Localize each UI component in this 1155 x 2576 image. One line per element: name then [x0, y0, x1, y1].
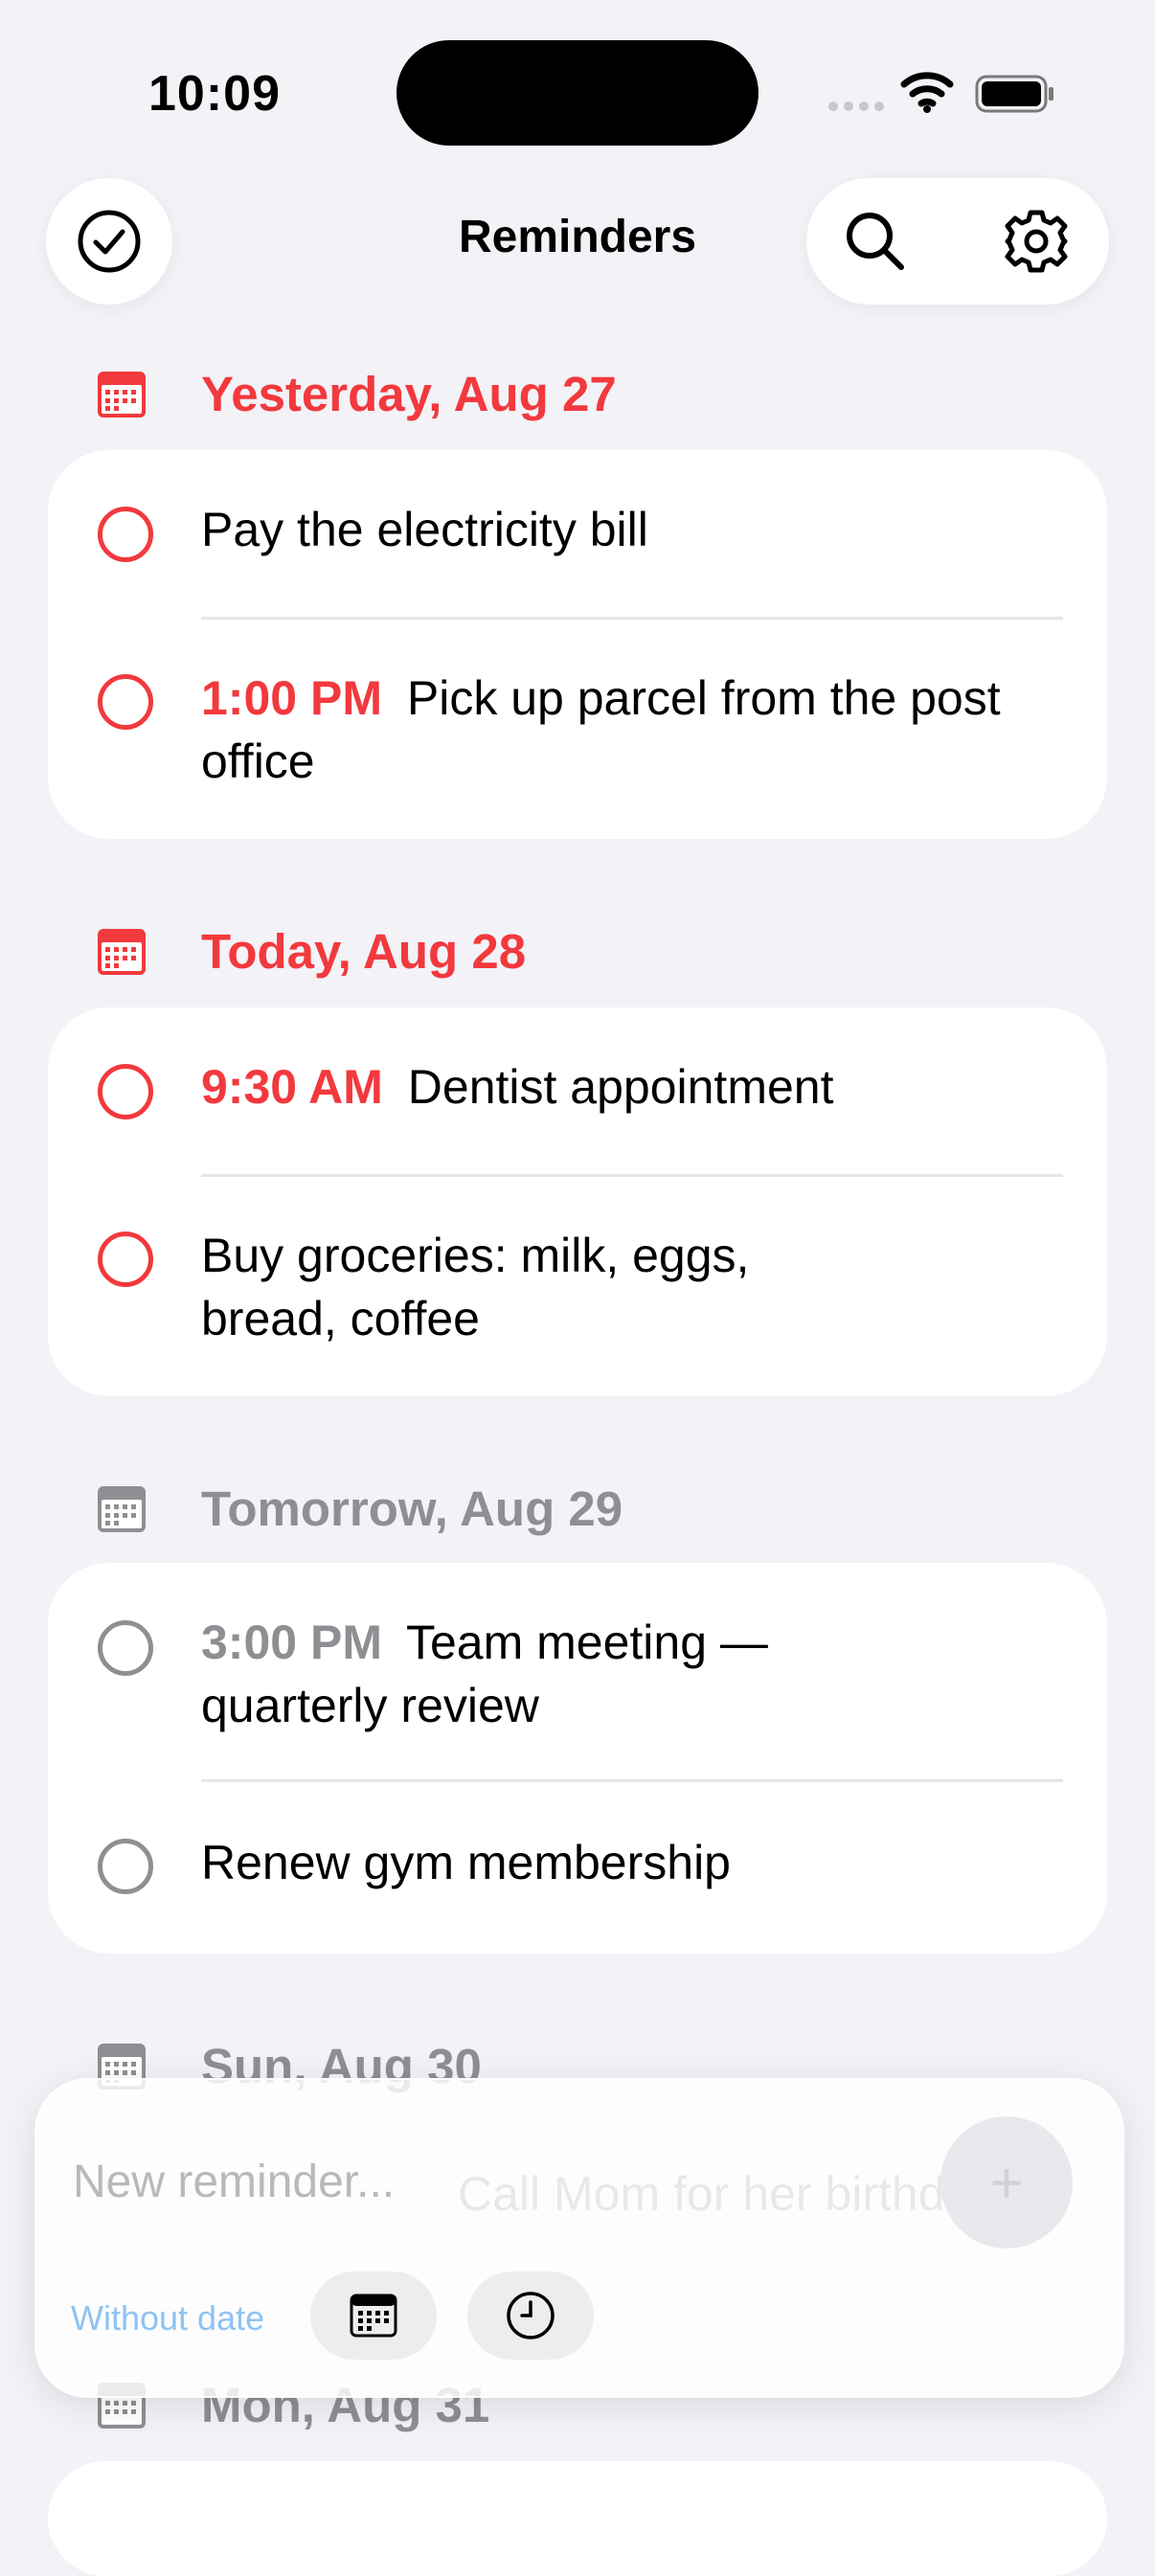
settings-button[interactable]	[1002, 207, 1071, 276]
reminder-group-card	[48, 2461, 1107, 2576]
reminder-row[interactable]: 1:00 PM Pick up parcel from the post off…	[48, 619, 1107, 839]
reminder-title: Dentist appointment	[407, 1060, 834, 1114]
battery-icon	[975, 75, 1053, 113]
reminder-text: 9:30 AM Dentist appointment	[201, 1055, 1034, 1119]
reminder-time: 9:30 AM	[201, 1060, 383, 1114]
reminder-title: Pay the electricity bill	[201, 503, 648, 556]
reminder-title: Buy groceries: milk, eggs, bread, coffee	[201, 1229, 750, 1345]
complete-checkbox[interactable]	[98, 1232, 153, 1287]
complete-checkbox[interactable]	[98, 507, 153, 562]
gear-icon	[1005, 210, 1068, 273]
complete-checkbox[interactable]	[98, 674, 153, 730]
new-reminder-composer: Call Mom for her birthday + Without date	[34, 2078, 1124, 2398]
reminder-text: Buy groceries: milk, eggs, bread, coffee	[201, 1224, 795, 1350]
reminder-title: Renew gym membership	[201, 1836, 731, 1889]
wifi-icon	[900, 72, 954, 113]
cellular-icon	[828, 102, 886, 113]
reminder-text: Renew gym membership	[201, 1831, 1034, 1894]
section-header-today: Today, Aug 28	[96, 923, 526, 980]
status-time: 10:09	[148, 66, 281, 122]
reminder-row[interactable]: 3:00 PM Team meeting — quarterly review	[48, 1563, 1107, 1781]
section-header-tomorrow: Tomorrow, Aug 29	[96, 1480, 623, 1537]
reminder-text: 1:00 PM Pick up parcel from the post off…	[201, 667, 1034, 793]
date-option-label[interactable]: Without date	[71, 2298, 264, 2339]
reminder-text: 3:00 PM Team meeting — quarterly review	[201, 1611, 824, 1737]
complete-checkbox[interactable]	[98, 1064, 153, 1119]
calendar-icon	[98, 1485, 146, 1532]
reminder-group-card: 3:00 PM Team meeting — quarterly review …	[48, 1563, 1107, 1954]
section-label: Yesterday, Aug 27	[201, 367, 617, 421]
clock-icon	[507, 2292, 555, 2339]
section-header-yesterday: Yesterday, Aug 27	[96, 366, 617, 422]
reminder-text: Pay the electricity bill	[201, 498, 1034, 561]
search-icon	[847, 213, 904, 270]
reminder-row[interactable]: Renew gym membership	[48, 1781, 1107, 1954]
section-label: Tomorrow, Aug 29	[201, 1481, 623, 1536]
reminder-row[interactable]: 9:30 AM Dentist appointment	[48, 1007, 1107, 1176]
new-reminder-input[interactable]	[71, 2147, 803, 2216]
reminder-row[interactable]: Pay the electricity bill	[48, 450, 1107, 619]
calendar-icon	[98, 371, 146, 418]
section-label: Today, Aug 28	[201, 924, 527, 979]
complete-checkbox[interactable]	[98, 1620, 153, 1676]
calendar-icon	[98, 928, 146, 975]
plus-icon: +	[989, 2150, 1024, 2215]
pick-time-button[interactable]	[467, 2271, 594, 2360]
reminder-row[interactable]: Buy groceries: milk, eggs, bread, coffee	[48, 1176, 1107, 1396]
header-actions	[806, 178, 1109, 305]
reminder-time: 3:00 PM	[201, 1616, 382, 1669]
dynamic-island	[396, 40, 759, 146]
search-button[interactable]	[841, 207, 910, 276]
add-reminder-button[interactable]: +	[940, 2116, 1073, 2248]
reminder-group-card: Pay the electricity bill 1:00 PM Pick up…	[48, 450, 1107, 839]
reminder-time: 1:00 PM	[201, 671, 382, 725]
reminder-group-card: 9:30 AM Dentist appointment Buy grocerie…	[48, 1007, 1107, 1396]
pick-date-button[interactable]	[310, 2271, 437, 2360]
calendar-icon	[350, 2294, 397, 2338]
complete-checkbox[interactable]	[98, 1839, 153, 1894]
